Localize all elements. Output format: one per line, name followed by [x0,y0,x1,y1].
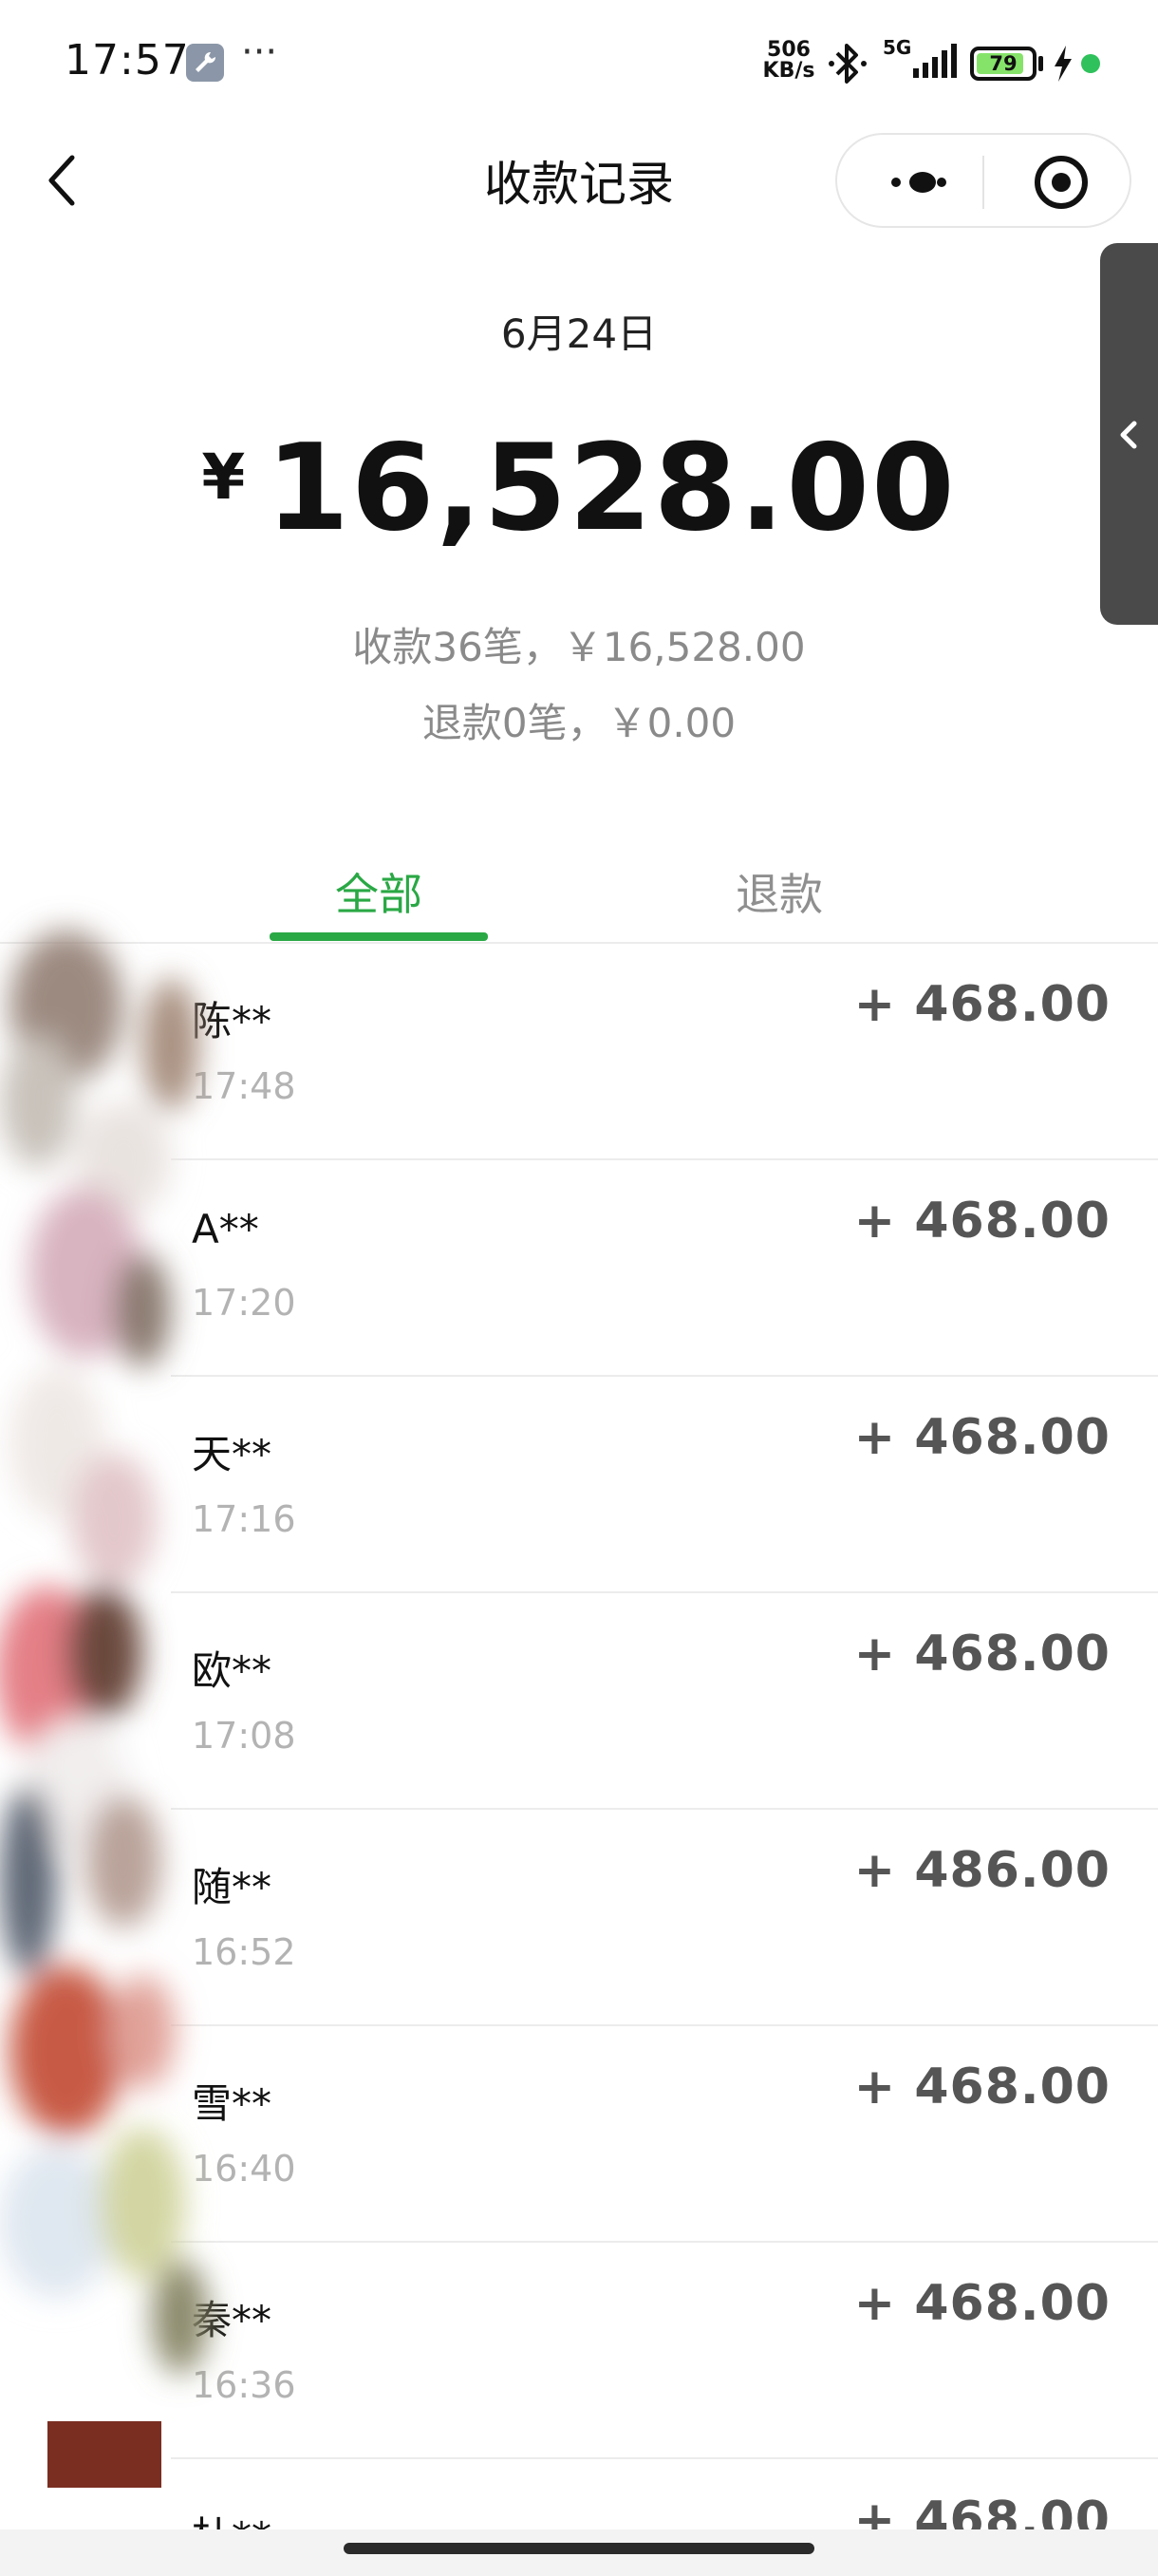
payment-amount: + 468.00 [853,1626,1111,1683]
page-title: 收款记录 [484,157,674,212]
chevron-left-icon [48,155,75,206]
back-button[interactable] [40,152,87,209]
more-dots-icon [891,172,946,193]
summary-date: 6月24日 [500,310,658,357]
close-button[interactable] [1033,154,1090,215]
payment-amount: + 468.00 [853,1193,1111,1250]
payment-amount: + 468.00 [853,1409,1111,1466]
total-amount-value: 16,528.00 [266,418,957,557]
payment-amount: + 468.00 [853,976,1111,1033]
battery-percent: 79 [989,52,1018,75]
capsule-divider [982,156,984,209]
blurred-avatars [0,931,209,2488]
battery-cap [1038,56,1043,71]
mini-program-capsule [835,133,1131,228]
tab-all[interactable]: 全部 [271,860,486,923]
signal-icon [913,44,957,78]
target-circle-icon [1035,156,1088,209]
refund-summary: 退款0笔，￥0.00 [421,700,737,746]
status-time: 17:57 [65,36,190,85]
privacy-dot [1081,54,1100,73]
payment-amount: + 468.00 [853,2059,1111,2115]
status-bar: 17:57 ··· 506 KB/s 5G 79 [0,0,1158,123]
network-speed-value: 506 [767,38,811,62]
received-summary: 收款36笔，￥16,528.00 [352,624,806,670]
bolt-icon [1055,46,1072,82]
bluetooth-icon [829,44,867,84]
wrench-icon [186,44,224,82]
payment-amount: + 468.00 [853,2491,1111,2529]
network-type: 5G [883,36,912,59]
tab-refund[interactable]: 退款 [672,860,887,923]
battery-icon: 79 [970,47,1037,81]
active-tab-indicator [270,932,488,941]
total-amount: ¥16,528.00 [0,418,1158,557]
home-indicator[interactable] [344,2543,814,2554]
payer-name: 杜** [192,2505,271,2529]
currency-symbol: ¥ [201,441,246,514]
payment-amount: + 486.00 [853,1842,1111,1899]
payment-amount: + 468.00 [853,2275,1111,2332]
more-button[interactable] [885,169,961,196]
network-speed-unit: KB/s [762,59,815,83]
network-speed: 506 KB/s [759,40,818,82]
status-more: ··· [241,30,278,74]
